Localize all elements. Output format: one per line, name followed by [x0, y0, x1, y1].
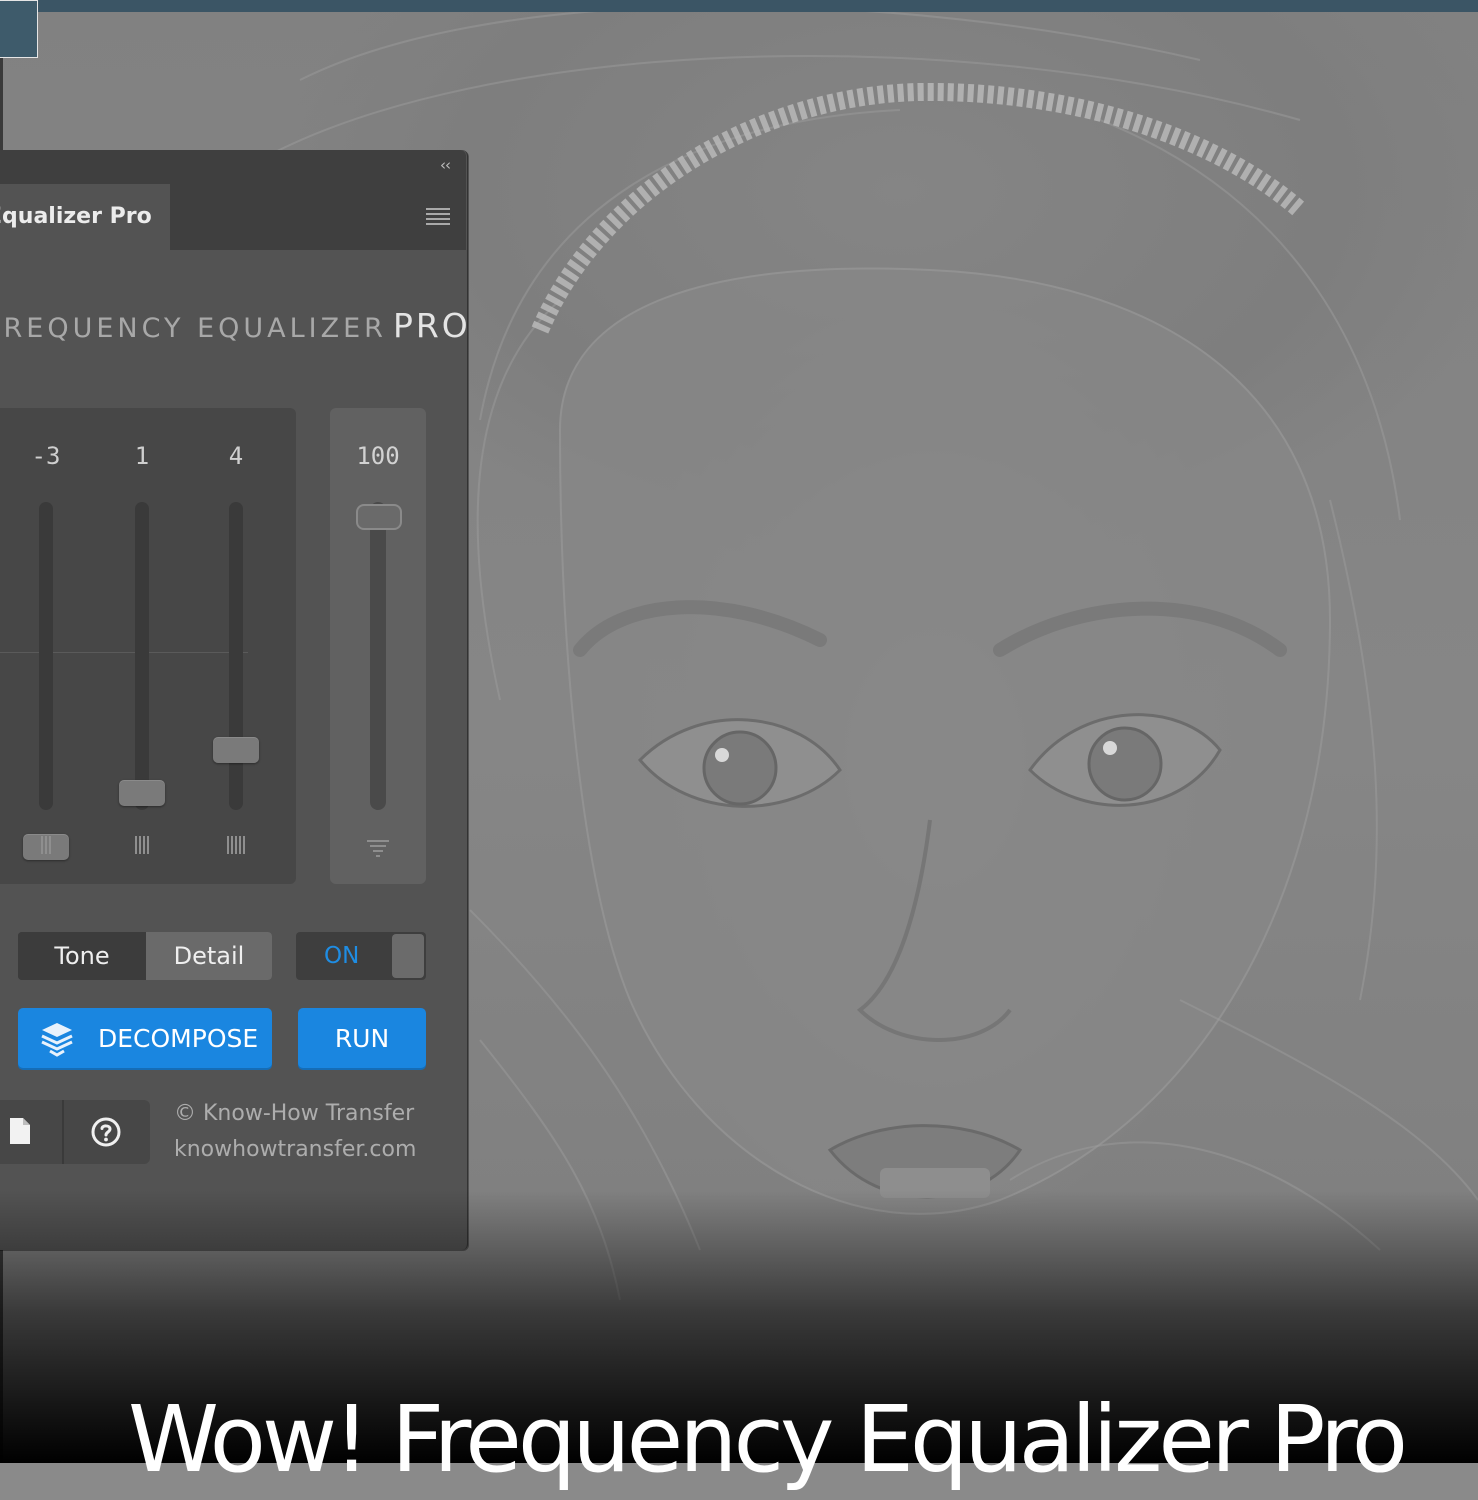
master-slider-group: 100 [330, 408, 426, 884]
equalizer-panel: ‹‹ Equalizer Pro FREQUENCY EQUALIZER PRO … [0, 150, 468, 1250]
panel-tab-bar: Equalizer Pro [0, 184, 466, 250]
on-off-toggle[interactable]: ON [296, 932, 426, 980]
toggle-label: ON [324, 943, 360, 969]
band-sliders-group: -3 1 4 [0, 408, 296, 884]
website-link[interactable]: knowhowtransfer.com [174, 1132, 416, 1168]
brand-suffix: PRO [392, 306, 471, 345]
zero-level-line [0, 652, 248, 653]
brand-title: FREQUENCY EQUALIZER PRO [0, 306, 471, 345]
bars-4-icon [122, 836, 162, 858]
run-button[interactable]: RUN [298, 1008, 426, 1070]
help-icon[interactable] [90, 1116, 122, 1148]
tab-equalizer-pro[interactable]: Equalizer Pro [0, 184, 170, 250]
tone-tab[interactable]: Tone [18, 932, 146, 980]
band-3-value: 4 [228, 442, 244, 470]
band-3-track[interactable] [229, 502, 243, 810]
panel-title-bar: ‹‹ [0, 150, 466, 184]
toggle-knob [392, 934, 424, 978]
decompose-label: DECOMPOSE [98, 1024, 259, 1053]
master-value: 100 [356, 442, 400, 470]
document-icon[interactable] [8, 1116, 32, 1146]
band-3-thumb[interactable] [213, 737, 259, 763]
decompose-button[interactable]: DECOMPOSE [18, 1008, 272, 1070]
left-edge-divider [0, 58, 3, 152]
bars-5-icon [216, 836, 256, 858]
brand-text: FREQUENCY EQUALIZER [0, 313, 387, 344]
master-thumb[interactable] [356, 504, 402, 530]
mode-segmented-control: Tone Detail [18, 932, 272, 980]
band-2-track[interactable] [135, 502, 149, 810]
collapse-icon[interactable]: ‹‹ [440, 156, 451, 174]
window-top-strip [0, 0, 1478, 12]
bars-3-icon [26, 836, 66, 858]
detail-tab[interactable]: Detail [146, 932, 272, 980]
promo-caption: Wow! Frequency Equalizer Pro [0, 1380, 1478, 1500]
band-2-value: 1 [134, 442, 150, 470]
panel-menu-icon[interactable] [426, 208, 450, 225]
master-track[interactable] [370, 502, 386, 810]
band-2-thumb[interactable] [119, 780, 165, 806]
promo-caption-text: Wow! Frequency Equalizer Pro [128, 1386, 1408, 1493]
band-1-value: -3 [31, 442, 61, 470]
utility-divider [62, 1100, 64, 1164]
copyright-text: © Know-How Transfer [174, 1101, 415, 1126]
credits: © Know-How Transfer knowhowtransfer.com [174, 1096, 416, 1168]
layers-icon [41, 1023, 73, 1057]
toolbar-corner-box [0, 0, 38, 58]
band-1-track[interactable] [39, 502, 53, 810]
filter-icon [367, 840, 389, 860]
utility-buttons [0, 1100, 150, 1164]
